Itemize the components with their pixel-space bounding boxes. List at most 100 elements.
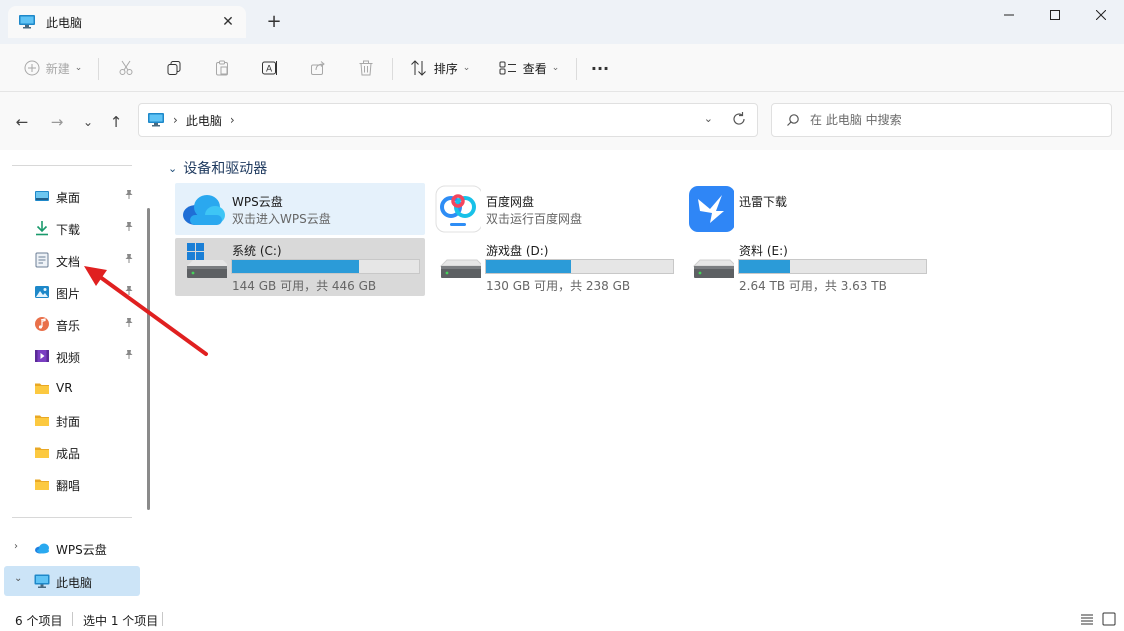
hard-drive-icon <box>439 259 481 278</box>
pin-icon[interactable] <box>124 253 134 266</box>
chevron-down-icon: ⌄ <box>82 115 94 129</box>
sidebar-item-label: 成品 <box>56 447 81 461</box>
up-button[interactable]: ↑ <box>104 110 128 134</box>
drive-c[interactable]: 系统 (C:) 144 GB 可用，共 446 GB <box>175 238 425 296</box>
music-icon <box>35 317 49 331</box>
sidebar-item-cover[interactable]: 封面 <box>4 406 140 434</box>
sidebar-scrollbar[interactable] <box>147 208 150 510</box>
sort-button[interactable]: 排序 ⌄ <box>406 54 474 82</box>
pin-icon[interactable] <box>124 285 134 298</box>
view-button[interactable]: 查看 ⌄ <box>494 54 564 82</box>
new-tab-button[interactable]: + <box>264 12 284 32</box>
drive-name: 资料 (E:) <box>739 244 788 258</box>
pin-icon[interactable] <box>124 221 134 234</box>
title-bar: 此电脑 ✕ + <box>0 0 1124 44</box>
navigation-pane: 桌面 下载 文档 图片 音乐 视频 VR 封面 成品 翻唱 › WPS云盘 ⌄ … <box>0 150 152 607</box>
sidebar-item-label: 下载 <box>56 223 81 237</box>
windows-drive-icon <box>187 243 227 278</box>
maximize-button[interactable] <box>1032 0 1078 30</box>
tile-baidu-netdisk[interactable]: 百度网盘 双击运行百度网盘 <box>429 183 679 235</box>
address-dropdown-icon[interactable]: ⌄ <box>704 112 713 125</box>
command-bar: 新建 ⌄ A 排序 ⌄ 查看 ⌄ ··· <box>0 44 1124 92</box>
clipboard-icon <box>216 60 228 76</box>
sort-button-label: 排序 <box>433 61 458 76</box>
details-view-icon[interactable] <box>1079 611 1095 627</box>
tile-name: 百度网盘 <box>486 195 535 209</box>
pictures-icon <box>35 286 49 298</box>
sidebar-divider <box>12 517 132 518</box>
status-divider <box>162 612 163 626</box>
sidebar-item-documents[interactable]: 文档 <box>4 246 140 274</box>
plus-circle-icon <box>24 60 40 76</box>
sidebar-item-label: 此电脑 <box>56 576 93 590</box>
pin-icon[interactable] <box>124 189 134 202</box>
drive-d[interactable]: 游戏盘 (D:) 130 GB 可用，共 238 GB <box>429 238 679 296</box>
search-box[interactable] <box>771 103 1112 137</box>
close-button[interactable] <box>1078 0 1124 30</box>
chevron-down-icon[interactable]: ⌄ <box>14 573 26 585</box>
copy-button[interactable] <box>162 54 186 82</box>
sidebar-item-desktop[interactable]: 桌面 <box>4 182 140 210</box>
arrow-left-icon: ← <box>15 113 29 131</box>
pin-icon[interactable] <box>124 317 134 330</box>
tile-wps-cloud[interactable]: WPS云盘 双击进入WPS云盘 <box>175 183 425 235</box>
delete-button[interactable] <box>354 54 378 82</box>
copy-icon <box>167 61 181 75</box>
chevron-right-icon[interactable]: › <box>230 113 235 127</box>
refresh-icon[interactable] <box>731 111 747 127</box>
more-options-button[interactable]: ··· <box>588 54 612 82</box>
navigation-bar: ← → ⌄ ↑ › 此电脑 › ⌄ <box>0 92 1124 150</box>
sidebar-item-finished[interactable]: 成品 <box>4 438 140 466</box>
sort-icon <box>410 60 426 76</box>
back-button[interactable]: ← <box>10 110 34 134</box>
tab-close-icon[interactable]: ✕ <box>220 14 236 30</box>
chevron-down-icon: ⌄ <box>168 161 178 175</box>
sidebar-item-videos[interactable]: 视频 <box>4 342 140 370</box>
sidebar-item-pictures[interactable]: 图片 <box>4 278 140 306</box>
new-button[interactable]: 新建 ⌄ <box>20 54 86 82</box>
chevron-right-icon[interactable]: › <box>14 541 26 553</box>
folder-icon <box>35 415 49 426</box>
sidebar-item-label: 封面 <box>56 415 81 429</box>
sidebar-divider <box>12 165 132 166</box>
sidebar-item-music[interactable]: 音乐 <box>4 310 140 338</box>
tiles-view-icon[interactable] <box>1101 611 1117 627</box>
toolbar-divider <box>98 58 99 80</box>
sidebar-item-label: VR <box>56 381 73 395</box>
forward-button[interactable]: → <box>45 110 69 134</box>
sidebar-item-wps-cloud[interactable]: › WPS云盘 <box>4 534 140 562</box>
share-icon <box>311 61 325 75</box>
tile-name: 迅雷下载 <box>739 195 788 209</box>
tab-title: 此电脑 <box>46 15 83 30</box>
search-icon <box>787 114 799 126</box>
desktop-icon <box>35 191 49 201</box>
group-header-devices[interactable]: ⌄ 设备和驱动器 <box>168 158 267 178</box>
address-bar[interactable]: › 此电脑 › ⌄ <box>138 103 758 137</box>
breadcrumb-this-pc[interactable]: 此电脑 <box>186 112 222 129</box>
status-bar: 6 个项目 选中 1 个项目 <box>0 607 1124 631</box>
pin-icon[interactable] <box>124 349 134 362</box>
view-icon <box>499 61 516 75</box>
cut-button[interactable] <box>114 54 138 82</box>
drive-e[interactable]: 资料 (E:) 2.64 TB 可用，共 3.63 TB <box>682 238 932 296</box>
chevron-right-icon: › <box>173 113 178 127</box>
sidebar-item-vr[interactable]: VR <box>4 374 140 402</box>
paste-button[interactable] <box>210 54 234 82</box>
drive-usage-bar <box>231 259 420 274</box>
sidebar-item-covers-song[interactable]: 翻唱 <box>4 470 140 498</box>
recent-locations-button[interactable]: ⌄ <box>76 110 100 134</box>
tile-thunder-download[interactable]: 迅雷下载 <box>682 183 932 235</box>
sidebar-item-downloads[interactable]: 下载 <box>4 214 140 242</box>
minimize-button[interactable] <box>986 0 1032 30</box>
sidebar-item-this-pc[interactable]: ⌄ 此电脑 <box>4 566 140 596</box>
toolbar-divider <box>392 58 393 80</box>
search-input[interactable] <box>810 113 1090 127</box>
sidebar-item-label: 音乐 <box>56 319 81 333</box>
arrow-right-icon: → <box>50 113 64 131</box>
minimize-icon <box>1004 14 1014 16</box>
wps-cloud-icon <box>183 195 225 225</box>
share-button[interactable] <box>306 54 330 82</box>
rename-button[interactable]: A <box>258 54 282 82</box>
tab-this-pc[interactable]: 此电脑 ✕ <box>8 6 246 38</box>
new-button-label: 新建 <box>45 61 70 76</box>
